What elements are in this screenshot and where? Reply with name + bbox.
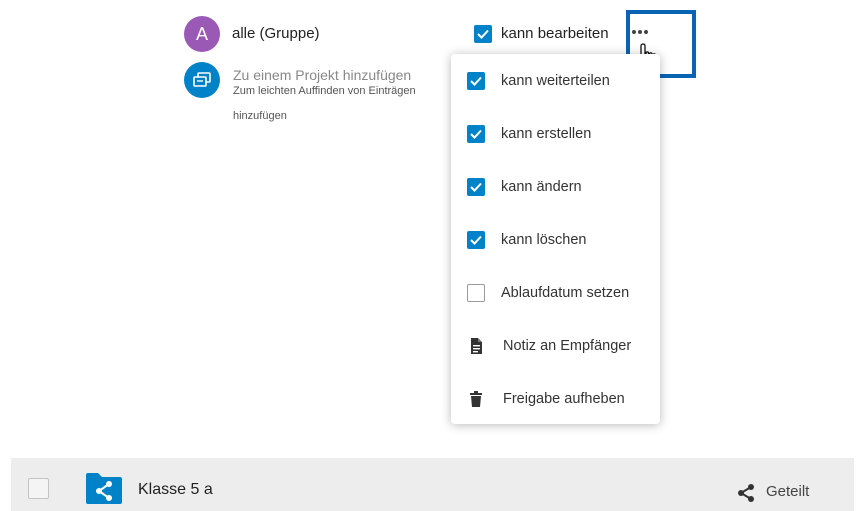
can-delete-checkbox[interactable] [467,231,485,249]
share-options-menu: kann weiterteilen kann erstellen kann än… [451,54,660,424]
trash-icon [470,391,482,407]
projects-icon [193,72,211,87]
can-reshare-checkbox[interactable] [467,72,485,90]
menu-item-note-to-recipient[interactable]: Notiz an Empfänger [451,326,660,366]
menu-item-label: kann ändern [501,179,582,195]
menu-item-label: kann weiterteilen [501,73,610,89]
project-hint-continued: hinzufügen [233,110,287,122]
menu-item-can-create[interactable]: kann erstellen [451,114,660,154]
avatar: A [184,16,220,52]
note-icon [471,338,482,354]
share-recipient-name: alle (Gruppe) [232,25,320,42]
avatar-letter: A [195,23,208,44]
set-expiration-checkbox[interactable] [467,284,485,302]
shared-folder-icon[interactable] [84,470,124,506]
share-icon[interactable] [736,483,756,503]
check-icon [470,235,482,245]
menu-item-label: kann löschen [501,232,587,248]
can-change-checkbox[interactable] [467,178,485,196]
menu-item-can-delete[interactable]: kann löschen [451,220,660,260]
project-icon[interactable] [184,62,220,98]
menu-item-unshare[interactable]: Freigabe aufheben [451,379,660,419]
check-icon [470,182,482,192]
check-icon [477,29,489,39]
menu-item-label: Freigabe aufheben [503,391,625,407]
can-edit-label[interactable]: kann bearbeiten [501,25,609,42]
menu-item-set-expiration[interactable]: Ablaufdatum setzen [451,273,660,313]
row-select-checkbox[interactable] [28,478,49,499]
check-icon [470,76,482,86]
menu-item-label: kann erstellen [501,126,592,142]
check-icon [470,129,482,139]
menu-item-can-reshare[interactable]: kann weiterteilen [451,61,660,101]
can-create-checkbox[interactable] [467,125,485,143]
file-name[interactable]: Klasse 5 a [138,481,213,499]
project-hint: Zum leichten Auffinden von Einträgen [233,85,416,97]
share-status-label[interactable]: Geteilt [766,483,809,500]
can-edit-checkbox[interactable] [474,25,492,43]
menu-item-label: Ablaufdatum setzen [501,285,630,301]
menu-item-label: Notiz an Empfänger [503,338,632,354]
menu-item-can-change[interactable]: kann ändern [451,167,660,207]
add-to-project-link[interactable]: Zu einem Projekt hinzufügen [233,67,411,83]
